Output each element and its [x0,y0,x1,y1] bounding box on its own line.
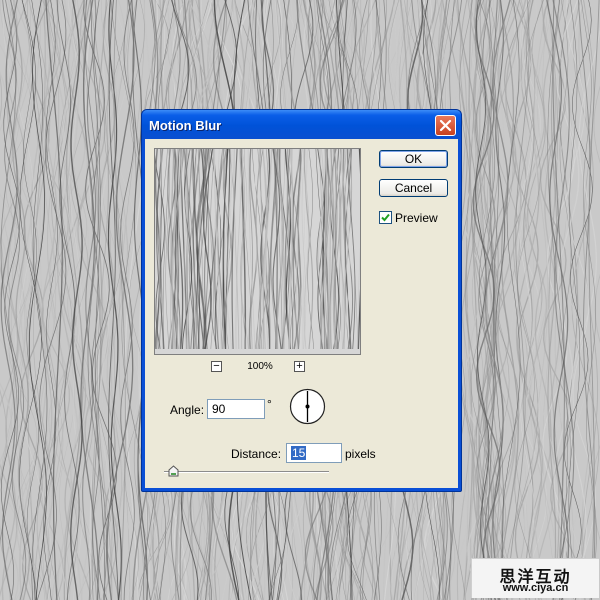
filter-preview[interactable] [154,148,361,355]
distance-slider-track[interactable] [164,471,329,473]
close-icon [439,119,452,132]
dialog-body: − 100% + OK Cancel Preview Angle: 90 ° D… [145,139,458,488]
motion-blur-dialog: Motion Blur − 100% + OK Cancel Preview A… [141,109,462,492]
cancel-button[interactable]: Cancel [379,179,448,197]
zoom-level: 100% [247,361,273,372]
distance-slider-thumb[interactable] [168,465,179,477]
distance-value: 15 [291,446,307,460]
checkmark-icon [381,213,390,222]
angle-dial-icon[interactable] [289,388,326,425]
zoom-in-button[interactable]: + [294,361,305,372]
distance-label: Distance: [231,447,282,461]
distance-unit: pixels [345,447,376,461]
distance-input[interactable]: 15 [286,443,342,463]
preview-image [155,149,360,354]
angle-label: Angle: [170,403,205,417]
preview-label: Preview [395,211,438,225]
angle-unit: ° [267,397,272,411]
preview-checkbox[interactable] [379,211,392,224]
zoom-out-button[interactable]: − [211,361,222,372]
close-button[interactable] [435,115,456,136]
title-bar[interactable]: Motion Blur [142,110,461,139]
angle-input[interactable]: 90 [207,399,265,419]
watermark-logo: 思洋互动 www.ciya.cn [471,558,599,598]
ok-button[interactable]: OK [379,150,448,168]
dialog-title: Motion Blur [149,118,222,133]
watermark-url: www.ciya.cn [502,582,569,594]
zoom-controls: − 100% + [211,361,311,375]
